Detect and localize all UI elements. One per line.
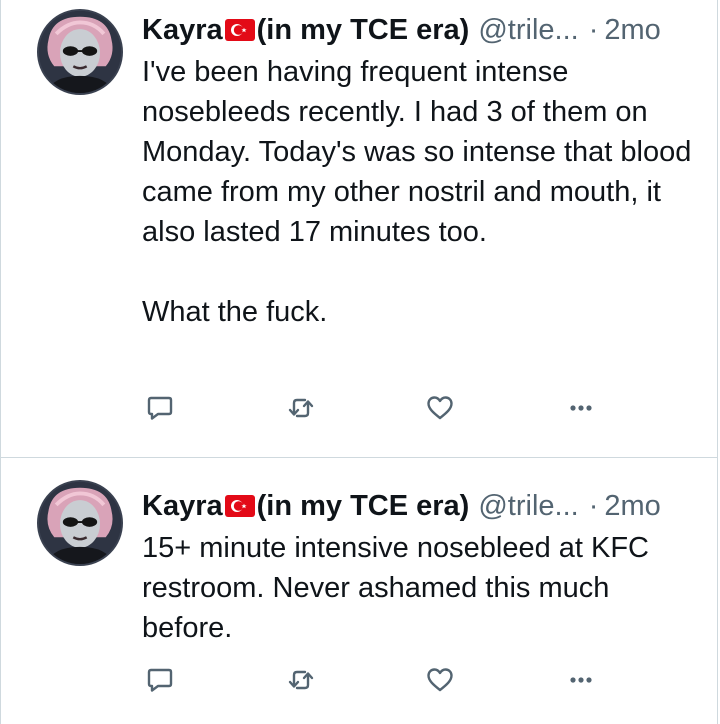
tweet-text: 15+ minute intensive nosebleed at KFC re…: [142, 528, 693, 648]
display-name[interactable]: Kayra (in my TCE era): [142, 8, 469, 52]
timestamp[interactable]: 2mo: [604, 8, 660, 52]
more-button[interactable]: [563, 390, 599, 426]
turkey-flag-icon: [224, 495, 255, 518]
tweet-content: Kayra (in my TCE era) @trile... · 2mo 15+…: [142, 484, 693, 648]
like-button[interactable]: [422, 390, 458, 426]
turkey-flag-icon: [224, 19, 255, 42]
more-icon: [570, 405, 592, 411]
reply-button[interactable]: [142, 390, 178, 426]
display-name-prefix: Kayra: [142, 490, 223, 522]
like-icon: [427, 668, 453, 692]
separator-dot: ·: [588, 490, 599, 522]
more-icon: [570, 677, 592, 683]
retweet-icon: [288, 670, 314, 690]
user-handle[interactable]: @trile...: [478, 8, 578, 52]
avatar[interactable]: [37, 9, 123, 95]
tweet[interactable]: Kayra (in my TCE era) @trile... · 2mo 15+…: [1, 458, 717, 724]
tweet[interactable]: Kayra (in my TCE era) @trile... · 2mo I'v…: [1, 0, 717, 458]
tweet-actions: [142, 390, 612, 426]
tweet-header: Kayra (in my TCE era) @trile... · 2mo: [142, 484, 693, 528]
display-name-suffix: (in my TCE era): [256, 490, 470, 522]
tweet-content: Kayra (in my TCE era) @trile... · 2mo I'v…: [142, 8, 693, 332]
separator-dot: ·: [588, 14, 599, 46]
tweet-actions: [142, 662, 612, 698]
user-handle[interactable]: @trile...: [478, 484, 578, 528]
tweet-text: I've been having frequent intense nosebl…: [142, 52, 693, 332]
tweet-header: Kayra (in my TCE era) @trile... · 2mo: [142, 8, 693, 52]
reply-icon: [147, 396, 173, 420]
display-name-suffix: (in my TCE era): [256, 14, 470, 46]
timestamp[interactable]: 2mo: [604, 484, 660, 528]
reply-button[interactable]: [142, 662, 178, 698]
display-name[interactable]: Kayra (in my TCE era): [142, 484, 469, 528]
more-button[interactable]: [563, 662, 599, 698]
tweet-paragraph: What the fuck.: [142, 296, 328, 328]
like-button[interactable]: [422, 662, 458, 698]
reply-icon: [147, 668, 173, 692]
retweet-button[interactable]: [283, 390, 319, 426]
tweet-paragraph: I've been having frequent intense nosebl…: [142, 56, 692, 248]
display-name-prefix: Kayra: [142, 14, 223, 46]
timeline: Kayra (in my TCE era) @trile... · 2mo I'v…: [0, 0, 718, 724]
like-icon: [427, 396, 453, 420]
retweet-button[interactable]: [283, 662, 319, 698]
retweet-icon: [288, 398, 314, 418]
avatar[interactable]: [37, 480, 123, 566]
tweet-paragraph: 15+ minute intensive nosebleed at KFC re…: [142, 532, 650, 644]
